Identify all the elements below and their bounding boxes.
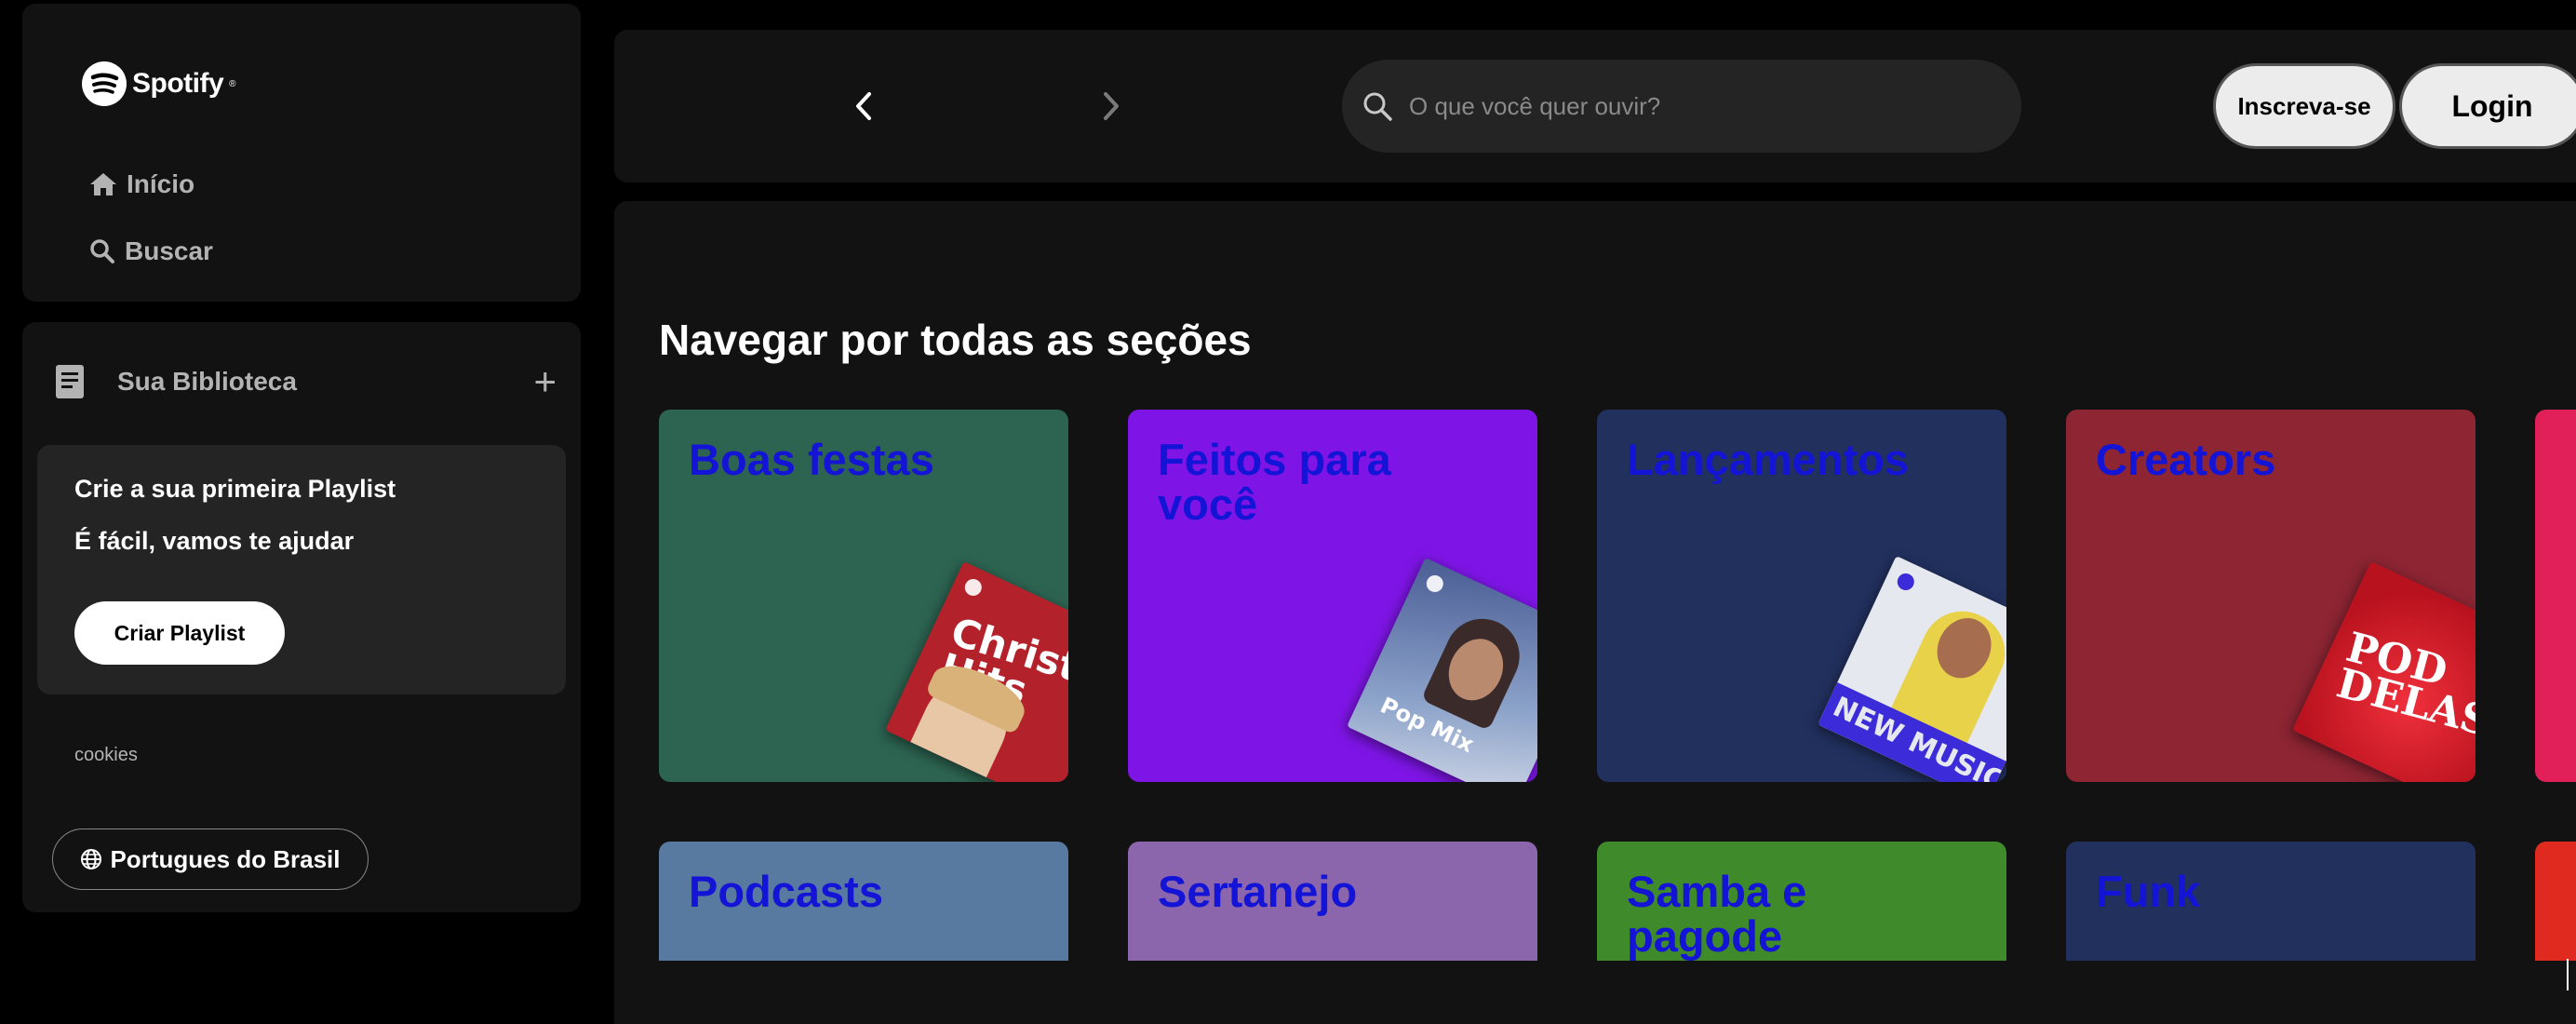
- forward-button[interactable]: [1087, 82, 1135, 130]
- spotify-logo-text: Spotify: [132, 68, 224, 99]
- library-header: Sua Biblioteca +: [54, 362, 557, 401]
- nav-search[interactable]: Buscar: [89, 236, 213, 266]
- category-card-label: Sertanejo: [1158, 867, 1358, 916]
- pod-delas-cover: POD DELAS: [2292, 561, 2475, 782]
- search-box[interactable]: [1342, 60, 2021, 153]
- chevron-left-icon: [856, 92, 871, 120]
- create-playlist-card: Crie a sua primeira Playlist É fácil, va…: [37, 445, 566, 694]
- nav-home[interactable]: Início: [89, 169, 195, 199]
- create-playlist-button[interactable]: Criar Playlist: [74, 601, 285, 665]
- category-card-label: Creators: [2096, 435, 2276, 484]
- trademark-mark: ®: [229, 78, 236, 89]
- spotify-badge-icon: [1894, 571, 1917, 593]
- cookies-link[interactable]: cookies: [74, 745, 138, 766]
- christmas-hits-cover: Christmas Hits: [885, 561, 1068, 782]
- back-button[interactable]: [839, 82, 888, 130]
- cover-text: POD DELAS: [2331, 623, 2475, 747]
- globe-icon: [81, 849, 102, 869]
- library-title[interactable]: Sua Biblioteca: [117, 367, 297, 397]
- login-button[interactable]: Login: [2399, 63, 2576, 149]
- create-playlist-title: Crie a sua primeira Playlist: [74, 475, 396, 503]
- create-playlist-subtitle: É fácil, vamos te ajudar: [74, 527, 355, 555]
- category-card-boas-festas[interactable]: Boas festas Christmas Hits: [659, 410, 1068, 782]
- top-bar: Inscreva-se Login: [614, 30, 2576, 182]
- search-icon: [1363, 92, 1392, 121]
- language-label: Portugues do Brasil: [110, 844, 341, 873]
- add-playlist-button[interactable]: +: [533, 362, 557, 401]
- search-icon: [90, 239, 114, 263]
- language-button[interactable]: Portugues do Brasil: [52, 829, 369, 890]
- section-title: Navegar por todas as seções: [659, 316, 1252, 364]
- new-music-friday-cover: NEW MUSIC FRIDAY: [1818, 556, 2006, 782]
- spotify-badge-icon: [1423, 573, 1446, 595]
- home-icon: [90, 173, 116, 195]
- category-card-label: Samba e pagode: [1627, 867, 1807, 961]
- spotify-logo-icon: [82, 61, 127, 106]
- main-content: Navegar por todas as seções Boas festas …: [614, 201, 2576, 1024]
- nav-search-label: Buscar: [125, 236, 213, 265]
- sidebar-nav: Spotify ® Início Buscar: [22, 4, 581, 302]
- category-card-label: Lançamentos: [1627, 435, 1909, 484]
- signup-button[interactable]: Inscreva-se: [2213, 63, 2395, 149]
- library-panel: Sua Biblioteca + Crie a sua primeira Pla…: [22, 322, 581, 912]
- pop-mix-cover: Pop Mix: [1347, 558, 1537, 782]
- category-card-label: Podcasts: [689, 867, 883, 916]
- spotify-logo[interactable]: Spotify ®: [82, 61, 236, 106]
- category-card-lancamentos[interactable]: Lançamentos NEW MUSIC FRIDAY: [1597, 410, 2006, 782]
- category-card-label: Funk: [2096, 867, 2201, 916]
- content-fade: [614, 961, 2576, 1024]
- search-input[interactable]: [1409, 78, 1986, 134]
- library-icon[interactable]: [54, 363, 86, 400]
- spotify-badge-icon: [961, 576, 985, 599]
- chevron-right-icon: [1104, 92, 1119, 120]
- category-card-label: Boas festas: [689, 435, 934, 484]
- text-cursor: [2567, 959, 2569, 990]
- category-card-creators[interactable]: Creators POD DELAS: [2066, 410, 2475, 782]
- category-card-label: Feitos para você: [1158, 435, 1391, 529]
- category-card-feitos-para-voce[interactable]: Feitos para você Pop Mix: [1128, 410, 1537, 782]
- nav-home-label: Início: [127, 169, 195, 198]
- category-card-peek[interactable]: [2535, 410, 2576, 782]
